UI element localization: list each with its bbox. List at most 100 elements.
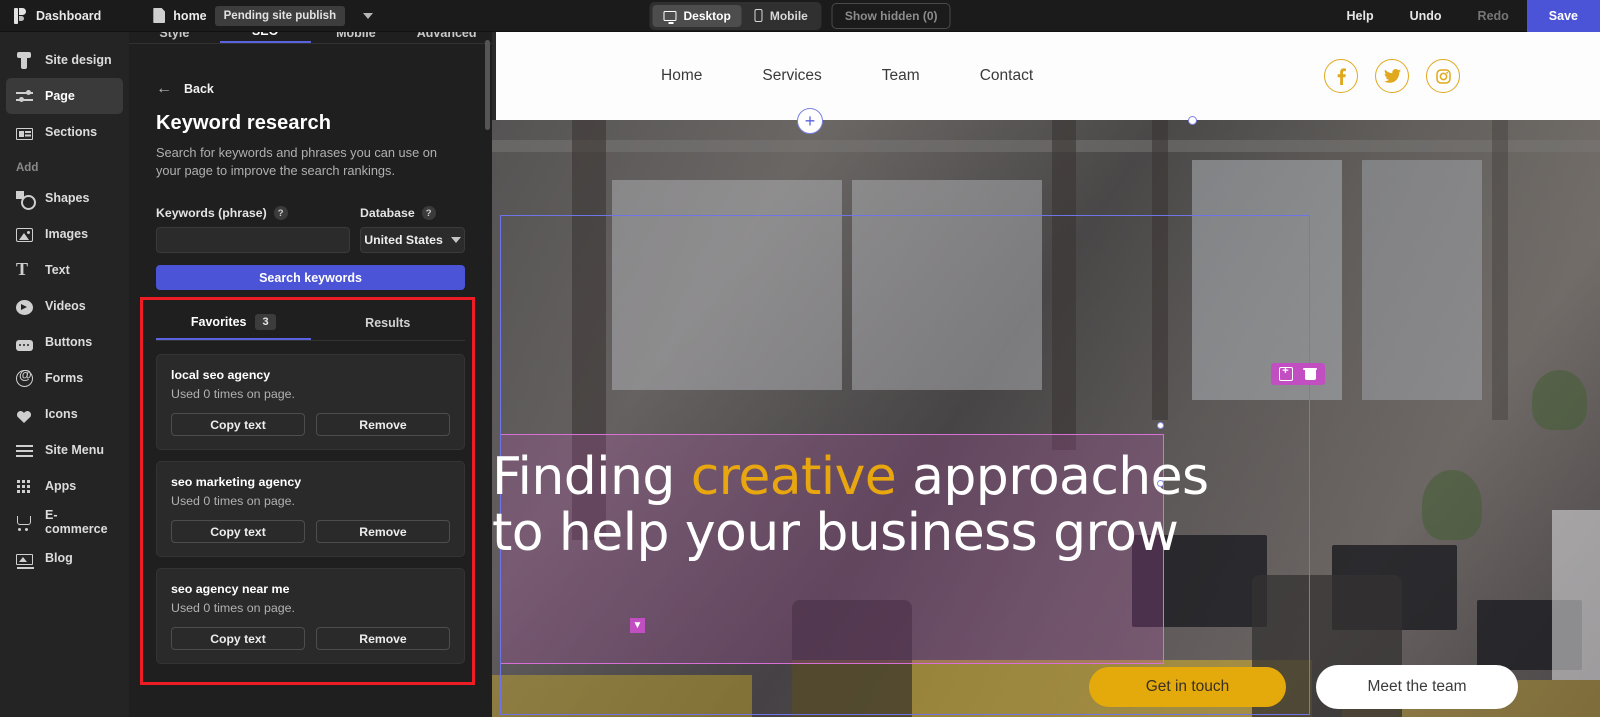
cta-secondary-button[interactable]: Meet the team [1316, 665, 1518, 709]
tab-results-label: Results [365, 316, 411, 331]
instagram-icon[interactable] [1426, 59, 1460, 93]
nav-link-home[interactable]: Home [631, 67, 732, 85]
cta-primary-button[interactable]: Get in touch [1089, 667, 1286, 707]
help-button[interactable]: Help [1329, 9, 1392, 23]
copy-text-button[interactable]: Copy text [171, 413, 305, 437]
database-label-row: Database ? [360, 206, 465, 221]
sidebar-item-text[interactable]: Text [6, 252, 123, 288]
sidebar-item-site-design[interactable]: Site design [6, 42, 123, 78]
database-field-group: Database ? United States [360, 206, 465, 254]
section-resize-handle[interactable] [1188, 116, 1197, 125]
sidebar-item-buttons[interactable]: Buttons [6, 324, 123, 360]
tab-results[interactable]: Results [311, 314, 466, 340]
sidebar-label: Videos [45, 299, 86, 313]
copy-text-button[interactable]: Copy text [171, 627, 305, 651]
duplicate-icon[interactable] [1279, 365, 1293, 381]
dashboard-button[interactable]: Dashboard [14, 7, 102, 24]
keyword-usage: Used 0 times on page. [171, 601, 295, 616]
hero-line-1: Finding creative approaches [492, 447, 1600, 507]
sidebar-label: Page [45, 89, 75, 103]
database-label: Database [360, 206, 415, 221]
copy-text-button[interactable]: Copy text [171, 520, 305, 544]
keyword-search-form: Keywords (phrase) ? Database ? United St… [156, 206, 465, 254]
page-selector[interactable]: home Pending site publish [153, 5, 374, 26]
chevron-down-icon[interactable] [363, 12, 374, 19]
resize-handle-right-top[interactable] [1157, 422, 1164, 429]
publish-status-badge: Pending site publish [214, 5, 346, 26]
shapes-icon [16, 190, 36, 210]
remove-button[interactable]: Remove [316, 627, 450, 651]
drag-handle-down-icon[interactable]: ▼ [630, 618, 645, 633]
remove-button[interactable]: Remove [316, 413, 450, 437]
site-navigation-bar[interactable]: Home Services Team Contact [496, 32, 1600, 120]
sidebar-label: Blog [45, 551, 73, 565]
sidebar-label: E-commerce [45, 508, 108, 536]
sidebar-item-blog[interactable]: Blog [6, 540, 123, 576]
tab-desktop[interactable]: Desktop [652, 4, 742, 27]
play-icon [16, 299, 33, 315]
sidebar-item-shapes[interactable]: Shapes [6, 180, 123, 216]
sidebar-item-page[interactable]: Page [6, 78, 123, 114]
tab-seo[interactable]: SEO [219, 32, 311, 43]
cart-icon [16, 514, 33, 531]
seo-panel: Style SEO Mobile Advanced ← Back Keyword… [129, 32, 492, 717]
sidebar-item-images[interactable]: Images [6, 216, 123, 252]
help-icon-keywords[interactable]: ? [273, 206, 288, 221]
sections-icon [16, 128, 33, 140]
panel-description: Search for keywords and phrases you can … [156, 145, 437, 179]
sidebar-label: Shapes [45, 191, 90, 205]
add-section-button[interactable]: + [797, 108, 823, 134]
tab-mobile-label: Mobile [769, 8, 808, 23]
undo-button[interactable]: Undo [1392, 9, 1460, 23]
back-button[interactable]: ← Back [156, 81, 465, 97]
sidebar-item-apps[interactable]: Apps [6, 468, 123, 504]
image-icon [16, 228, 33, 242]
tab-mobile[interactable]: Mobile [311, 32, 402, 43]
resize-handle-right-bottom[interactable] [1157, 480, 1164, 487]
viewport-switcher: Desktop Mobile Show hidden (0) [649, 1, 951, 30]
hero-line-1-part-a: Finding [492, 447, 691, 507]
show-hidden-button[interactable]: Show hidden (0) [831, 2, 951, 29]
back-label: Back [184, 82, 214, 96]
hero-section[interactable]: Finding creative approaches to help your… [492, 120, 1600, 717]
sidebar-label: Images [45, 227, 89, 241]
search-input[interactable] [156, 227, 350, 254]
sidebar-item-forms[interactable]: Forms [6, 360, 123, 396]
results-tab-bar: Favorites 3 Results [156, 314, 466, 342]
page-file-icon [153, 8, 166, 23]
brush-icon [16, 51, 33, 69]
tab-style[interactable]: Style [129, 32, 220, 43]
keywords-label: Keywords (phrase) [156, 206, 267, 221]
keywords-field-group: Keywords (phrase) ? [156, 206, 350, 254]
tab-advanced[interactable]: Advanced [401, 32, 492, 43]
panel-scrollbar[interactable] [485, 40, 490, 130]
sidebar-label: Sections [45, 125, 98, 139]
remove-button[interactable]: Remove [316, 520, 450, 544]
sidebar-item-ecommerce[interactable]: E-commerce [6, 504, 123, 540]
sidebar-item-site-menu[interactable]: Site Menu [6, 432, 123, 468]
tab-favorites-label: Favorites [190, 315, 247, 330]
save-button[interactable]: Save [1526, 0, 1600, 32]
trash-icon[interactable] [1303, 367, 1317, 381]
sidebar-label: Forms [45, 371, 84, 385]
site-preview-canvas[interactable]: Finding creative approaches to help your… [492, 32, 1600, 717]
facebook-icon[interactable] [1324, 59, 1358, 93]
dashboard-label: Dashboard [36, 8, 102, 23]
twitter-icon[interactable] [1375, 59, 1409, 93]
at-icon [16, 367, 33, 387]
search-keywords-button[interactable]: Search keywords [156, 265, 465, 291]
nav-link-contact[interactable]: Contact [950, 67, 1063, 85]
database-select[interactable]: United States [360, 227, 465, 254]
favorites-count-badge: 3 [255, 314, 276, 331]
tab-mobile[interactable]: Mobile [744, 5, 819, 27]
nav-link-services[interactable]: Services [732, 67, 851, 85]
sidebar-item-icons[interactable]: Icons [6, 396, 123, 432]
nav-link-team[interactable]: Team [852, 67, 950, 85]
tab-favorites[interactable]: Favorites 3 [156, 314, 311, 341]
sidebar-item-videos[interactable]: Videos [6, 288, 123, 324]
help-icon-database[interactable]: ? [421, 206, 436, 221]
blog-icon [16, 553, 34, 569]
hero-line-1-highlight: creative [690, 447, 897, 507]
redo-button[interactable]: Redo [1460, 9, 1527, 23]
sidebar-item-sections[interactable]: Sections [6, 114, 123, 150]
